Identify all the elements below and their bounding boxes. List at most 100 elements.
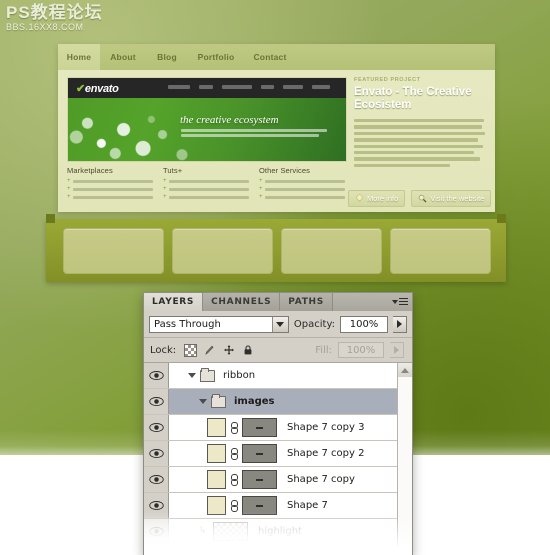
opacity-input[interactable]: 100% (340, 315, 388, 333)
column-list-item[interactable]: + (259, 186, 345, 192)
link-icon[interactable] (230, 447, 238, 460)
layer-row-shape-7-copy[interactable]: Shape 7 copy (144, 467, 397, 493)
layer-row-images[interactable]: images (144, 389, 397, 415)
column-list-item[interactable]: + (67, 186, 153, 192)
screenshot-stage: PS教程论坛 BBS.16XX8.COM Home About Blog Por… (0, 0, 550, 555)
layer-visibility-toggle[interactable] (144, 467, 169, 492)
watermark-line-2: BBS.16XX8.COM (6, 22, 84, 32)
ribbon-boxes (63, 228, 491, 274)
layer-visibility-toggle[interactable] (144, 545, 169, 555)
chevron-down-icon[interactable] (271, 316, 288, 332)
lock-image-icon[interactable] (203, 344, 216, 357)
scrollbar-track[interactable] (398, 377, 412, 555)
plus-icon: + (163, 178, 167, 184)
column-heading: Other Services (259, 166, 310, 175)
lock-row: Lock: Fill: 100% (144, 338, 412, 363)
tab-channels[interactable]: CHANNELS (203, 293, 281, 311)
vector-mask-thumbnail[interactable] (242, 496, 277, 515)
layer-row-shape-7-copy-2[interactable]: Shape 7 copy 2 (144, 441, 397, 467)
lock-all-icon[interactable] (241, 344, 254, 357)
layer-thumbnail[interactable] (207, 548, 226, 555)
group-disclosure-icon[interactable] (199, 399, 207, 404)
layer-visibility-toggle[interactable] (144, 363, 169, 388)
group-disclosure-icon[interactable] (188, 373, 196, 378)
vector-mask-thumbnail[interactable] (242, 470, 277, 489)
column-other-services: Other Services + + + (259, 166, 345, 203)
layer-row-highlight[interactable]: ↳ highlight (144, 519, 397, 545)
nav-item-portfolio[interactable]: Portfolio (188, 44, 244, 70)
column-heading: Marketplaces (67, 166, 113, 175)
layer-row-shape-9[interactable]: Shape 9 (144, 545, 397, 555)
nav-item-blog[interactable]: Blog (146, 44, 188, 70)
column-list-item[interactable]: + (67, 178, 153, 184)
panel-menu-icon[interactable] (392, 296, 408, 308)
hero-topnav-item[interactable] (261, 85, 274, 89)
layer-visibility-toggle[interactable] (144, 441, 169, 466)
column-list-item[interactable]: + (163, 178, 249, 184)
layer-thumbnail[interactable] (207, 444, 226, 463)
magnifier-icon (418, 194, 427, 203)
layer-row-ribbon[interactable]: ribbon (144, 363, 397, 389)
layer-visibility-toggle[interactable] (144, 519, 169, 544)
blend-mode-value: Pass Through (154, 318, 221, 330)
hero-topnav-item[interactable] (312, 85, 330, 89)
lock-label: Lock: (150, 344, 177, 356)
column-list-item[interactable]: + (259, 178, 345, 184)
column-heading: Tuts+ (163, 166, 183, 175)
tab-layers[interactable]: LAYERS (144, 293, 204, 311)
more-info-button[interactable]: More info (348, 190, 406, 207)
hero-topnav-item[interactable] (283, 85, 303, 89)
column-list-item[interactable]: + (163, 186, 249, 192)
link-icon[interactable] (230, 473, 238, 486)
layer-thumbnail[interactable] (207, 418, 226, 437)
vector-mask-thumbnail[interactable] (242, 418, 277, 437)
hero-topnav-item[interactable] (199, 85, 213, 89)
featured-eyebrow: FEATURED PROJECT (354, 77, 421, 83)
layer-list-scrollbar[interactable] (397, 363, 412, 555)
envato-logo-text: envato (84, 83, 119, 95)
layer-visibility-toggle[interactable] (144, 415, 169, 440)
link-icon[interactable] (230, 499, 238, 512)
nav-item-home[interactable]: Home (58, 44, 100, 70)
column-list-item[interactable]: + (163, 194, 249, 200)
hero-headline: the creative ecosystem (180, 114, 279, 126)
ribbon-box[interactable] (63, 228, 164, 274)
blend-mode-select[interactable]: Pass Through (149, 315, 289, 333)
tab-paths[interactable]: PATHS (280, 293, 333, 311)
ribbon-box[interactable] (390, 228, 491, 274)
opacity-slider-arrow-icon[interactable] (393, 315, 407, 333)
plus-icon: + (259, 186, 263, 192)
ribbon-section (46, 214, 506, 282)
layer-thumbnail[interactable] (207, 496, 226, 515)
layer-row-shape-7-copy-3[interactable]: Shape 7 copy 3 (144, 415, 397, 441)
column-list-item[interactable]: + (259, 194, 345, 200)
hero-topnav-item[interactable] (168, 85, 190, 89)
link-icon[interactable] (230, 551, 238, 555)
nav-item-contact[interactable]: Contact (244, 44, 296, 70)
layer-visibility-toggle[interactable] (144, 493, 169, 518)
layer-visibility-toggle[interactable] (144, 389, 169, 414)
visit-website-button[interactable]: Visit the website (411, 190, 492, 207)
nav-item-about[interactable]: About (100, 44, 146, 70)
link-icon[interactable] (230, 421, 238, 434)
lock-position-icon[interactable] (222, 344, 235, 357)
plus-icon: + (259, 178, 263, 184)
eye-icon (148, 526, 164, 537)
hero-topnav-item[interactable] (222, 85, 252, 89)
layer-row-shape-7[interactable]: Shape 7 (144, 493, 397, 519)
ribbon-box[interactable] (281, 228, 382, 274)
column-list-item[interactable]: + (67, 194, 153, 200)
vector-mask-thumbnail[interactable] (242, 548, 277, 555)
column-tuts: Tuts+ + + + (163, 166, 249, 203)
layer-thumbnail[interactable] (207, 470, 226, 489)
scroll-up-icon[interactable] (398, 363, 412, 378)
plus-icon: + (67, 194, 71, 200)
eye-icon (148, 500, 164, 511)
vector-mask-thumbnail[interactable] (242, 444, 277, 463)
layer-list[interactable]: ribbon images Shape 7 copy 3 Shape 7 cop… (144, 363, 397, 555)
clipping-mask-arrow-icon: ↳ (199, 526, 207, 536)
ribbon-box[interactable] (172, 228, 273, 274)
blend-mode-row: Pass Through Opacity: 100% (144, 311, 412, 338)
layer-thumbnail[interactable] (213, 522, 248, 541)
lock-transparency-icon[interactable] (184, 343, 198, 357)
